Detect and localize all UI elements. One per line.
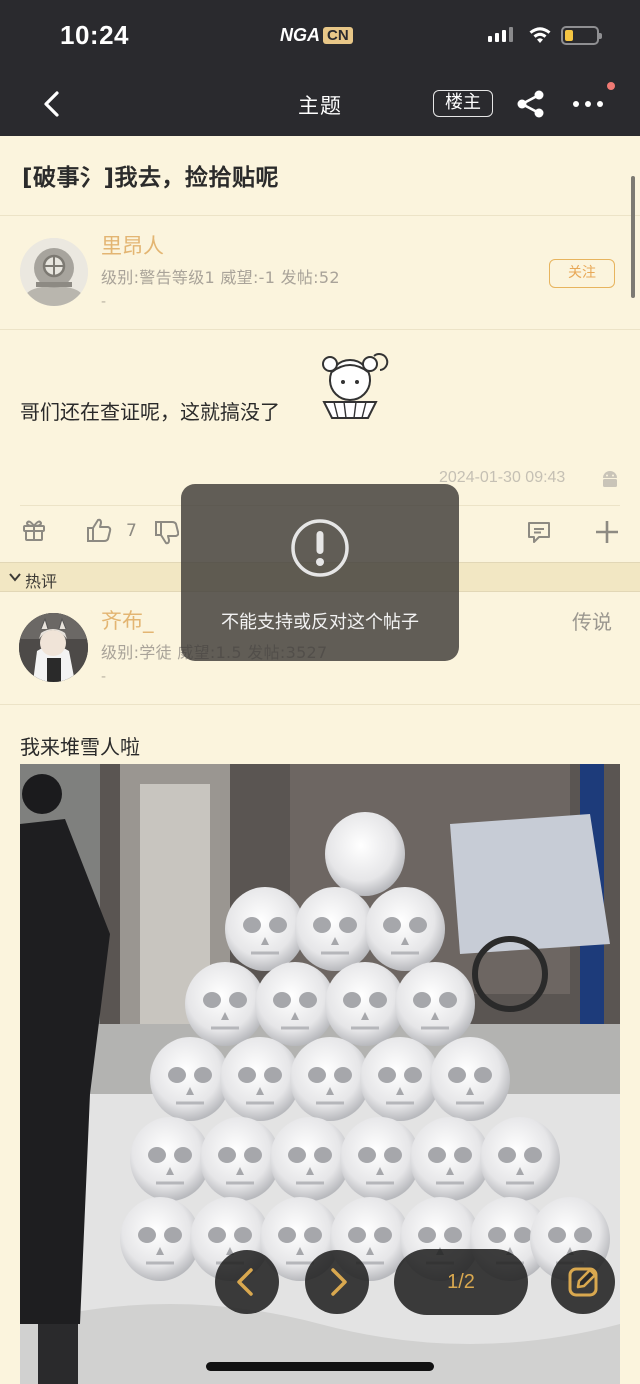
status-time: 10:24 bbox=[60, 20, 129, 50]
commenter-signature: - bbox=[101, 669, 107, 685]
edit-button[interactable] bbox=[551, 1250, 615, 1314]
snow-skull bbox=[220, 1037, 300, 1121]
divider bbox=[0, 215, 640, 216]
commenter-name[interactable]: 齐布_ bbox=[101, 605, 154, 635]
share-icon[interactable] bbox=[514, 87, 548, 121]
snow-skull bbox=[200, 1117, 280, 1201]
avatar[interactable] bbox=[20, 238, 88, 306]
thumbs-up-icon[interactable] bbox=[85, 517, 113, 543]
snow-skull bbox=[395, 962, 475, 1046]
snow-skull bbox=[410, 1117, 490, 1201]
author-name[interactable]: 里昂人 bbox=[101, 230, 164, 260]
snow-skull bbox=[185, 962, 265, 1046]
cellular-signal-icon bbox=[488, 27, 513, 42]
divider bbox=[0, 704, 640, 705]
follow-button[interactable]: 关注 bbox=[549, 259, 615, 288]
chevron-down-icon bbox=[9, 573, 21, 582]
diving-helmet-avatar-icon bbox=[20, 238, 88, 306]
plus-icon[interactable] bbox=[594, 519, 620, 545]
author-meta: 级别:警告等级1 威望:-1 发帖:52 bbox=[101, 268, 340, 287]
comment-content: 我来堆雪人啦 bbox=[20, 735, 140, 759]
snow-skull bbox=[225, 887, 305, 971]
gift-icon[interactable] bbox=[21, 517, 47, 543]
edit-icon bbox=[568, 1267, 598, 1297]
snow-skull bbox=[270, 1117, 350, 1201]
chevron-left-icon bbox=[237, 1268, 253, 1296]
snow-skull bbox=[295, 887, 375, 971]
snow-skull bbox=[150, 1037, 230, 1121]
author-signature: - bbox=[101, 294, 107, 310]
exclamation-circle-icon bbox=[291, 519, 349, 577]
snow-skull bbox=[360, 1037, 440, 1121]
chevron-right-icon bbox=[331, 1268, 347, 1296]
previous-image-button[interactable] bbox=[215, 1250, 279, 1314]
toast-message: 不能支持或反对这个帖子 bbox=[181, 484, 459, 661]
thumbs-down-icon[interactable] bbox=[153, 519, 179, 545]
snow-skull bbox=[480, 1117, 560, 1201]
author-only-button[interactable]: 楼主 bbox=[433, 90, 493, 117]
page-indicator[interactable]: 1/2 bbox=[394, 1249, 528, 1315]
snow-skull bbox=[255, 962, 335, 1046]
like-count: 7 bbox=[126, 521, 137, 541]
snow-skull bbox=[325, 812, 405, 896]
post-title: [破事氵]我去，捡拾贴呢 bbox=[22, 165, 280, 191]
top-nav-bar: 主题 楼主 bbox=[0, 70, 640, 136]
snow-skull bbox=[325, 962, 405, 1046]
snow-skull bbox=[290, 1037, 370, 1121]
home-indicator bbox=[206, 1362, 434, 1371]
hot-comments-label: 热评 bbox=[25, 572, 58, 591]
more-dots-icon[interactable] bbox=[568, 87, 608, 121]
comment-icon[interactable] bbox=[526, 519, 552, 545]
avatar[interactable] bbox=[19, 613, 88, 682]
snow-skull bbox=[365, 887, 445, 971]
divider bbox=[0, 329, 640, 330]
notification-dot bbox=[607, 82, 615, 90]
battery-icon bbox=[561, 26, 602, 45]
anime-character-avatar-icon bbox=[19, 613, 88, 682]
snow-skull bbox=[130, 1117, 210, 1201]
post-content: 哥们还在查证呢，这就搞没了 bbox=[20, 400, 280, 424]
comment-rank: 传说 bbox=[572, 610, 612, 634]
android-icon bbox=[603, 471, 617, 487]
snow-skull bbox=[120, 1197, 200, 1281]
sticker-image bbox=[322, 353, 389, 419]
nga-logo: NGA CN bbox=[280, 24, 353, 46]
snow-skull bbox=[430, 1037, 510, 1121]
logo-main: NGA bbox=[280, 24, 320, 45]
toast-text: 不能支持或反对这个帖子 bbox=[221, 612, 419, 633]
snow-skull bbox=[340, 1117, 420, 1201]
wifi-icon bbox=[529, 27, 551, 43]
next-image-button[interactable] bbox=[305, 1250, 369, 1314]
status-bar: 10:24 NGA CN bbox=[0, 0, 640, 70]
logo-suffix: CN bbox=[323, 26, 353, 44]
scrollbar[interactable] bbox=[631, 176, 635, 298]
post-timestamp: 2024-01-30 09:43 bbox=[439, 469, 566, 486]
